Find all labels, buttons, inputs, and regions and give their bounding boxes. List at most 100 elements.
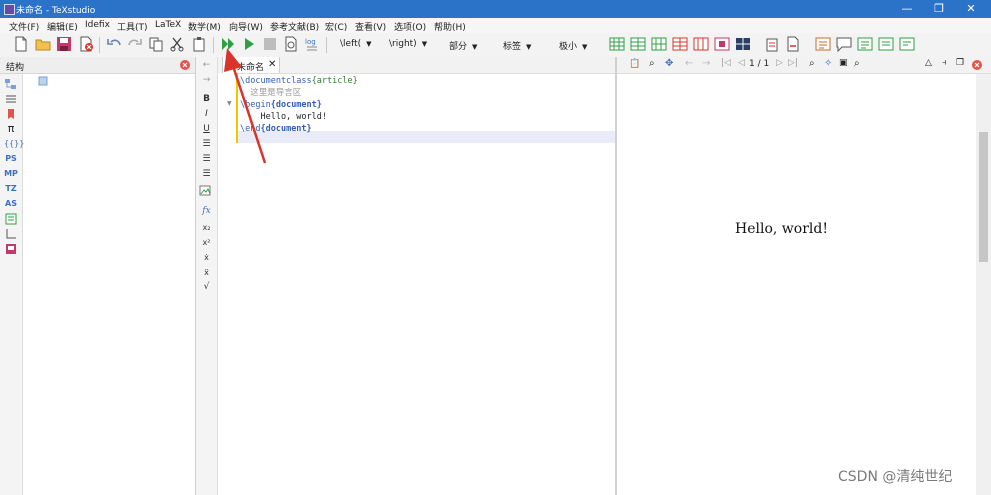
menu-bibliography[interactable]: 参考文献(B) [270, 20, 319, 33]
box-c-icon[interactable] [878, 36, 894, 52]
close-preview-icon[interactable] [972, 60, 982, 70]
structure-title: 结构 [6, 63, 25, 73]
page-indicator[interactable]: 1 / 1 [749, 59, 769, 69]
collapse-icon[interactable]: △ [925, 58, 932, 68]
first-page-icon[interactable]: |◁ [721, 58, 731, 68]
view-log-icon[interactable]: log [304, 36, 320, 52]
back-icon[interactable]: ← [685, 58, 693, 69]
zoom-in-icon[interactable]: ⌕ [809, 58, 815, 69]
window-icon[interactable]: ❐ [956, 58, 964, 68]
menu-wizard[interactable]: 向导(W) [229, 20, 263, 33]
pan-icon[interactable]: ✥ [665, 58, 673, 69]
image-icon[interactable] [199, 185, 214, 198]
table-add-column-icon[interactable] [651, 36, 667, 52]
right-delimiter-dropdown[interactable]: \right) ▼ [389, 39, 427, 49]
underline-button[interactable]: U [199, 123, 214, 136]
document-export-icon[interactable] [785, 36, 801, 52]
editor-tab-bar: 未命名 ✕ [218, 57, 615, 74]
table-add-row-icon[interactable] [630, 36, 646, 52]
last-page-icon[interactable]: ▷| [788, 58, 798, 68]
bookmark-list-icon[interactable] [4, 93, 18, 105]
menu-macros[interactable]: 宏(C) [325, 20, 347, 33]
image-insert-icon[interactable] [4, 243, 18, 255]
size-dropdown[interactable]: 极小 ▼ [559, 39, 587, 52]
sync-icon[interactable]: ✧ [824, 58, 832, 69]
bold-button[interactable]: B [199, 93, 214, 106]
comment-bubble-icon[interactable] [836, 36, 852, 52]
sqrt-button[interactable]: √ [199, 281, 214, 294]
brackets-icon[interactable]: {{}} [4, 138, 24, 150]
table-format-icon[interactable] [735, 36, 751, 52]
menu-help[interactable]: 帮助(H) [434, 20, 466, 33]
close-document-icon[interactable] [78, 36, 94, 52]
close-button[interactable]: ✕ [961, 2, 981, 16]
document-node-icon[interactable] [38, 76, 48, 86]
table-remove-row-icon[interactable] [672, 36, 688, 52]
forward-icon[interactable]: → [702, 58, 710, 69]
align-center-icon[interactable]: ☰ [199, 153, 214, 166]
undo-icon[interactable] [106, 36, 122, 52]
section-dropdown[interactable]: 部分 ▼ [449, 39, 477, 52]
box-a-icon[interactable] [815, 36, 831, 52]
magnifier-icon[interactable]: ⌕ [854, 58, 860, 69]
paste-icon[interactable] [191, 36, 207, 52]
pi-symbol-icon[interactable]: π [4, 123, 18, 135]
menu-tools[interactable]: 工具(T) [117, 20, 148, 33]
redo-icon[interactable] [127, 36, 143, 52]
derivative-button[interactable]: ẋ [199, 251, 214, 264]
copy-icon[interactable] [148, 36, 164, 52]
zoom-icon[interactable]: ⌕ [649, 58, 655, 69]
tikz-tab[interactable]: TZ [4, 183, 18, 195]
menu-math[interactable]: 数学(M) [188, 20, 221, 33]
scrollbar-thumb[interactable] [979, 132, 988, 262]
label-dropdown[interactable]: 标签 ▼ [503, 39, 531, 52]
clipboard-icon[interactable]: 📋 [629, 59, 640, 69]
axis-icon[interactable] [4, 228, 18, 240]
view-pdf-icon[interactable] [283, 36, 299, 52]
menu-idefix[interactable]: Idefix [85, 20, 110, 30]
bookmark-icon[interactable] [4, 108, 18, 120]
next-page-icon[interactable]: ▷ [776, 58, 783, 68]
prev-page-icon[interactable]: ◁ [738, 58, 745, 68]
table-icon[interactable] [609, 36, 625, 52]
menu-file[interactable]: 文件(F) [9, 20, 39, 33]
second-derivative-button[interactable]: ẍ [199, 266, 214, 279]
template-icon[interactable] [4, 213, 18, 225]
toolbar-separator [326, 37, 327, 53]
clipboard-icon[interactable] [764, 36, 780, 52]
asymptote-tab[interactable]: AS [4, 198, 18, 210]
box-d-icon[interactable] [899, 36, 915, 52]
arrow-left-icon[interactable]: ← [199, 59, 214, 72]
close-panel-icon[interactable] [180, 60, 190, 70]
menu-view[interactable]: 查看(V) [355, 20, 386, 33]
code-editor[interactable]: \documentclass{article} 这里是导言区 \begin{do… [240, 73, 615, 495]
align-left-icon[interactable]: ☰ [199, 138, 214, 151]
structure-tab-icon[interactable] [4, 78, 18, 90]
cut-icon[interactable] [169, 36, 185, 52]
box-b-icon[interactable] [857, 36, 873, 52]
align-right-icon[interactable]: ☰ [199, 168, 214, 181]
metapost-tab[interactable]: MP [4, 168, 18, 180]
pstricks-tab[interactable]: PS [4, 153, 18, 165]
menu-edit[interactable]: 编辑(E) [47, 20, 78, 33]
open-folder-icon[interactable] [35, 36, 51, 52]
minimize-button[interactable]: — [897, 2, 917, 16]
chevron-down-icon: ▼ [421, 40, 428, 48]
restore-button[interactable]: ❐ [929, 2, 949, 16]
arrow-right-icon[interactable]: → [199, 74, 214, 87]
formula-button[interactable]: fx [199, 205, 214, 218]
fit-page-icon[interactable]: ▣ [839, 58, 848, 68]
menu-options[interactable]: 选项(O) [394, 20, 426, 33]
new-file-icon[interactable] [13, 36, 29, 52]
subscript-button[interactable]: x₂ [199, 221, 214, 234]
save-icon[interactable] [56, 36, 72, 52]
table-cells-icon[interactable] [714, 36, 730, 52]
left-delimiter-dropdown[interactable]: \left(▼ [340, 39, 372, 49]
left-delimiter-label: \left( [340, 39, 362, 49]
menu-latex[interactable]: LaTeX [155, 20, 181, 30]
italic-button[interactable]: I [199, 108, 214, 121]
dock-icon[interactable]: ⫞ [942, 58, 947, 68]
preview-scrollbar[interactable] [976, 74, 991, 495]
table-remove-column-icon[interactable] [693, 36, 709, 52]
superscript-button[interactable]: x² [199, 236, 214, 249]
